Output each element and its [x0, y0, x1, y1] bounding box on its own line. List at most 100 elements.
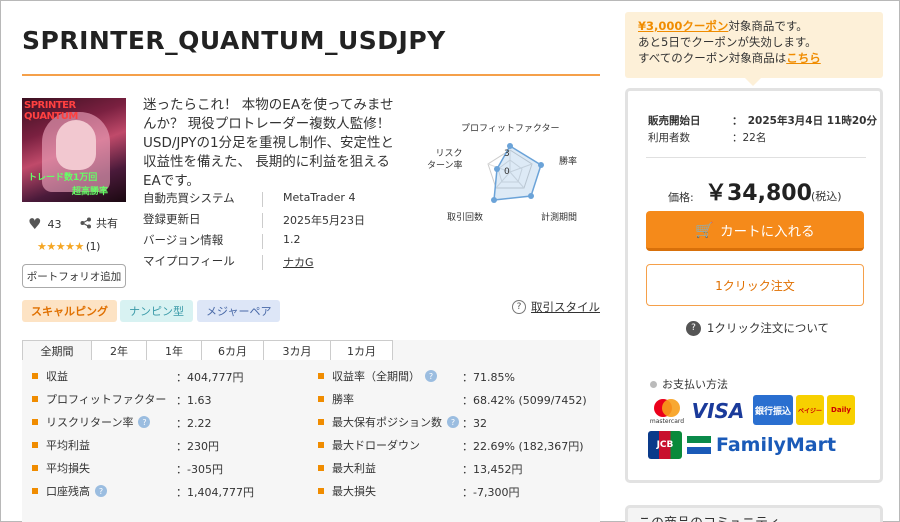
stat-key: 収益 — [46, 370, 68, 383]
stat-key: 平均損失 — [46, 462, 90, 475]
share-button[interactable]: 共有 — [80, 215, 118, 231]
info-value: MetaTrader 4 — [283, 191, 356, 204]
tag-major-pair[interactable]: メジャーペア — [197, 300, 281, 322]
help-icon[interactable]: ? — [447, 416, 459, 428]
product-image[interactable]: SPRINTER QUANTUM トレード数1万回 超高勝率 — [22, 98, 126, 202]
familymart-icon — [686, 433, 712, 457]
bullet-square-icon — [32, 373, 38, 379]
coupon-all-link[interactable]: こちら — [786, 51, 821, 65]
jcb-logo: JCB — [648, 431, 682, 459]
tax-label: (税込) — [811, 190, 842, 203]
stat-value: ：1,404,777円 — [176, 486, 254, 499]
info-key: マイプロフィール — [143, 254, 235, 268]
stat-row: 平均損失 — [32, 460, 90, 476]
info-row: バージョン情報 1.2 — [143, 232, 443, 252]
stat-row: 平均利益 — [32, 437, 90, 453]
trade-style-help[interactable]: ? 取引スタイル — [512, 299, 600, 315]
price-label: 価格: — [668, 191, 694, 204]
stat-row: 最大利益 — [318, 460, 376, 476]
stat-row: 収益率（全期間）? — [318, 368, 437, 384]
coupon-line-3: すべてのクーポン対象商品はこちら — [638, 50, 883, 66]
product-image-text: 超高勝率 — [72, 187, 109, 197]
tab-3-months[interactable]: 3カ月 — [263, 340, 331, 360]
radar-label-profit-factor: プロフィットファクター — [461, 124, 560, 134]
bullet-square-icon — [32, 419, 38, 425]
info-key: 登録更新日 — [143, 212, 201, 226]
stat-value: ：32 — [462, 417, 487, 430]
stat-key: 最大保有ポジション数 — [332, 416, 442, 429]
help-icon[interactable]: ? — [95, 485, 107, 497]
stat-value: ：68.42% (5099/7452) — [462, 394, 587, 407]
info-separator — [262, 213, 263, 228]
performance-radar-chart: 3 0 プロフィットファクター 勝率 計測期間 取引回数 リスク ターン率 — [425, 116, 595, 224]
catch-copy: 迷ったらこれ！ 本物のEAを使ってみませんか？ 現役プロトレーダー複数人監修！U… — [143, 97, 395, 189]
stat-value: ：1.63 — [176, 394, 212, 407]
coupon-text: すべてのクーポン対象商品は — [638, 51, 787, 65]
trade-style-label: 取引スタイル — [531, 300, 600, 314]
info-value: 2025年5月23日 — [283, 214, 365, 227]
one-click-order-button[interactable]: 1クリック注文 — [646, 264, 864, 306]
bullet-icon — [650, 380, 657, 388]
tab-1-month[interactable]: 1カ月 — [330, 340, 393, 360]
radar-point — [528, 193, 534, 199]
coupon-link[interactable]: ¥3,000クーポン — [638, 19, 728, 33]
payment-title-label: お支払い方法 — [662, 378, 728, 391]
radar-shape — [493, 144, 542, 201]
bullet-square-icon — [318, 442, 324, 448]
help-icon[interactable]: ? — [425, 370, 437, 382]
share-label: 共有 — [96, 217, 118, 230]
radar-label-period: 計測期間 — [541, 213, 578, 223]
bullet-square-icon — [318, 373, 324, 379]
bullet-square-icon — [32, 396, 38, 402]
price: ￥34,800 — [705, 181, 812, 206]
stat-value: ：404,777円 — [176, 371, 244, 384]
tag-scalping[interactable]: スキャルピング — [22, 300, 117, 322]
tab-6-months[interactable]: 6カ月 — [201, 340, 264, 360]
stat-value: ：-305円 — [176, 463, 223, 476]
add-portfolio-button[interactable]: ポートフォリオ追加 — [22, 264, 126, 288]
bullet-square-icon — [318, 465, 324, 471]
community-section[interactable]: この商品のコミュニティ — [625, 505, 883, 522]
radar-point — [538, 162, 544, 168]
info-separator — [262, 192, 263, 207]
tab-1-year[interactable]: 1年 — [146, 340, 202, 360]
question-icon: ? — [686, 320, 701, 336]
one-click-help-link[interactable]: ? 1クリック注文について — [686, 320, 829, 336]
title-divider — [22, 74, 600, 76]
tab-2-years[interactable]: 2年 — [91, 340, 147, 360]
mastercard-logo: mastercard — [648, 395, 686, 427]
info-key: バージョン情報 — [143, 233, 224, 247]
radar-label-win-rate: 勝率 — [559, 157, 578, 167]
stat-row: 最大損失 — [318, 483, 376, 499]
stat-row: プロフィットファクター — [32, 391, 166, 407]
tag-nanpin[interactable]: ナンピン型 — [120, 300, 193, 322]
visa-logo: VISA — [691, 399, 745, 423]
bullet-square-icon — [32, 442, 38, 448]
sale-start-key: 販売開始日 — [648, 115, 701, 127]
help-icon[interactable]: ? — [138, 416, 151, 428]
coupon-notice: ¥3,000クーポン対象商品です。 あと5日でクーポンが失効します。 すべてのク… — [625, 12, 883, 78]
coupon-line-1: ¥3,000クーポン対象商品です。 — [638, 18, 883, 34]
stat-key: 最大損失 — [332, 485, 376, 498]
info-separator — [262, 255, 263, 270]
my-profile-link[interactable]: ナカG — [283, 254, 314, 270]
stat-key: リスクリターン率 — [46, 416, 134, 429]
radar-point — [491, 197, 497, 203]
radar-point — [494, 166, 500, 172]
share-icon — [80, 217, 91, 229]
radar-label-risk-return: リスク ターン率 — [427, 149, 463, 171]
info-key: 自動売買システム — [143, 191, 235, 205]
sale-start-row: 販売開始日 ： 2025年3月4日 11時20分 — [648, 113, 877, 128]
like-count: 43 — [47, 217, 62, 231]
tab-all-period[interactable]: 全期間 — [22, 340, 92, 360]
rating-stars[interactable]: ★★★★★ (1) — [37, 240, 100, 253]
bullet-square-icon — [32, 465, 38, 471]
familymart-logo: FamilyMart — [716, 434, 837, 456]
product-image-text: SPRINTER QUANTUM — [24, 100, 78, 122]
payment-title: お支払い方法 — [650, 376, 728, 392]
stat-key: 収益率（全期間） — [332, 370, 420, 383]
add-to-cart-button[interactable]: 🛒 カートに入れる — [646, 211, 864, 251]
info-row: 自動売買システム MetaTrader 4 — [143, 190, 443, 210]
like-button[interactable]: ♥ 43 — [28, 215, 61, 233]
stat-value: ：230円 — [176, 440, 219, 453]
